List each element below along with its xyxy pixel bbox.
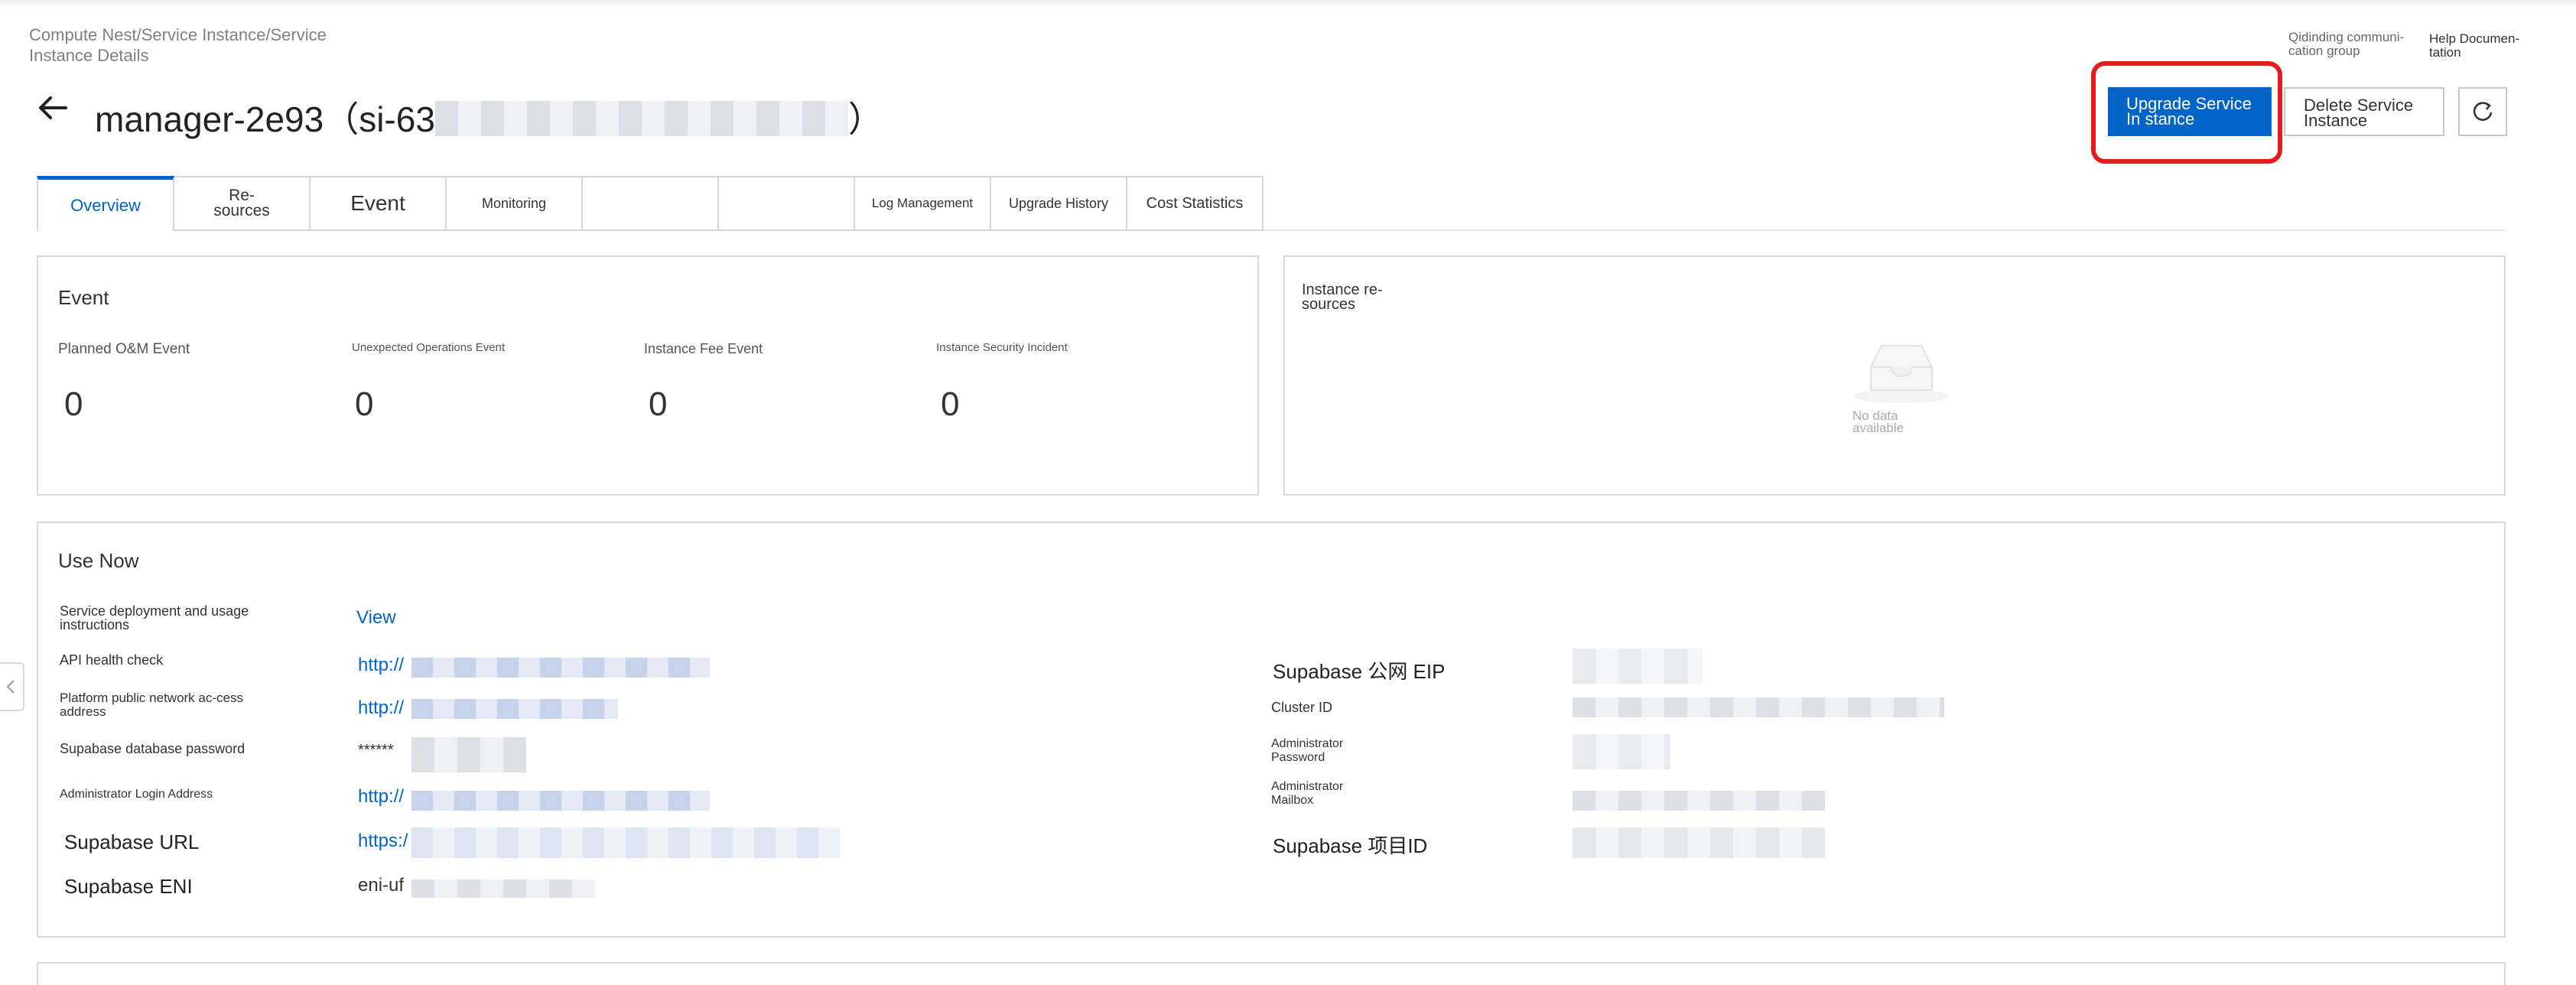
public-access-address-redacted	[411, 699, 618, 719]
breadcrumb[interactable]: Compute Nest/Service Instance/Service In…	[29, 24, 366, 66]
tab-blank-2[interactable]	[719, 176, 855, 231]
view-instructions-link[interactable]: View	[356, 607, 396, 629]
instance-security-incident-label: Instance Security Incident	[936, 341, 1068, 354]
db-password-value: ******	[358, 742, 394, 759]
planned-om-event-label: Planned O&M Event	[58, 341, 190, 357]
supabase-eni-redacted	[411, 879, 595, 898]
tab-log-management[interactable]: Log Management	[855, 176, 991, 231]
upgrade-service-instance-button[interactable]: Upgrade Service In stance	[2108, 87, 2272, 136]
instance-id-suffix: ）	[847, 99, 883, 139]
api-health-check-link[interactable]: http://	[358, 655, 404, 676]
event-card-title: Event	[58, 286, 109, 309]
admin-mailbox-label: Administrator Mailbox	[1271, 780, 1344, 807]
public-access-address-link[interactable]: http://	[358, 697, 404, 719]
supabase-project-id-label: Supabase 项目ID	[1273, 834, 1428, 857]
use-now-card: Use Now Service deployment and usage ins…	[37, 522, 2506, 938]
top-shadow	[0, 0, 2576, 8]
tab-overview[interactable]: Overview	[37, 176, 174, 231]
db-password-redacted	[411, 737, 526, 772]
admin-login-address-link[interactable]: http://	[358, 786, 404, 808]
supabase-url-redacted	[411, 827, 840, 858]
unexpected-operations-event-label: Unexpected Operations Event	[352, 341, 506, 354]
planned-om-event-value[interactable]: 0	[64, 385, 83, 424]
admin-mailbox-redacted	[1573, 791, 1825, 811]
no-data-text: No data available	[1852, 408, 1904, 435]
admin-password-label: Administrator Password	[1271, 737, 1344, 764]
page-title: manager-2e93（si-63 ）	[95, 92, 883, 142]
tab-resources[interactable]: Re-sources	[174, 176, 311, 231]
instance-resources-title: Instance re-sources	[1302, 281, 1383, 313]
deploy-instructions-label: Service deployment and usage instruction…	[60, 603, 249, 632]
instance-resources-card: Instance re-sources No data available	[1283, 255, 2506, 496]
public-access-address-label: Platform public network ac-cess address	[60, 691, 243, 719]
api-health-check-label: API health check	[60, 652, 164, 668]
tab-cost-statistics[interactable]: Cost Statistics	[1127, 176, 1264, 231]
db-password-label: Supabase database password	[60, 741, 246, 756]
refresh-icon	[2473, 102, 2493, 121]
instance-name: manager-2e93	[95, 99, 324, 139]
refresh-button[interactable]	[2458, 87, 2507, 136]
use-now-title: Use Now	[58, 549, 139, 572]
next-card	[37, 962, 2506, 985]
supabase-eip-label: Supabase 公网 EIP	[1273, 660, 1446, 683]
chevron-left-icon	[6, 680, 15, 694]
admin-login-address-redacted	[411, 791, 710, 811]
unexpected-operations-event-value[interactable]: 0	[355, 385, 373, 424]
help-documentation-link[interactable]: Help Documen-tation	[2429, 32, 2529, 60]
sidebar-expand-handle[interactable]	[0, 662, 24, 711]
admin-password-redacted	[1573, 734, 1670, 769]
delete-service-instance-button[interactable]: Delete Service Instance	[2284, 87, 2444, 136]
back-arrow-icon[interactable]	[35, 90, 70, 125]
cluster-id-label: Cluster ID	[1271, 700, 1333, 715]
tab-monitoring[interactable]: Monitoring	[447, 176, 583, 231]
supabase-eni-label: Supabase ENI	[64, 875, 193, 898]
instance-fee-event-label: Instance Fee Event	[644, 341, 763, 356]
tab-event[interactable]: Event	[311, 176, 447, 231]
empty-inbox-icon	[1848, 336, 1955, 409]
instance-security-incident-value[interactable]: 0	[941, 385, 959, 424]
supabase-eip-redacted	[1573, 649, 1703, 684]
instance-id-prefix: （si-63	[324, 99, 435, 139]
api-health-check-redacted	[411, 658, 710, 678]
admin-login-address-label: Administrator Login Address	[60, 788, 213, 801]
supabase-project-id-redacted	[1573, 827, 1825, 858]
supabase-url-label: Supabase URL	[64, 831, 200, 853]
tab-blank-1[interactable]	[583, 176, 719, 231]
cluster-id-redacted	[1573, 697, 1944, 717]
tab-upgrade-history[interactable]: Upgrade History	[991, 176, 1127, 231]
event-card: Event Planned O&M Event 0 Unexpected Ope…	[37, 255, 1259, 496]
dingtalk-group-link[interactable]: Qidinding communi-cation group	[2288, 31, 2418, 58]
supabase-eni-value: eni-uf	[358, 875, 405, 896]
tab-divider	[1264, 229, 2506, 231]
instance-id-redacted	[434, 101, 848, 136]
instance-fee-event-value[interactable]: 0	[649, 385, 667, 424]
supabase-url-link[interactable]: https:/	[358, 831, 408, 852]
